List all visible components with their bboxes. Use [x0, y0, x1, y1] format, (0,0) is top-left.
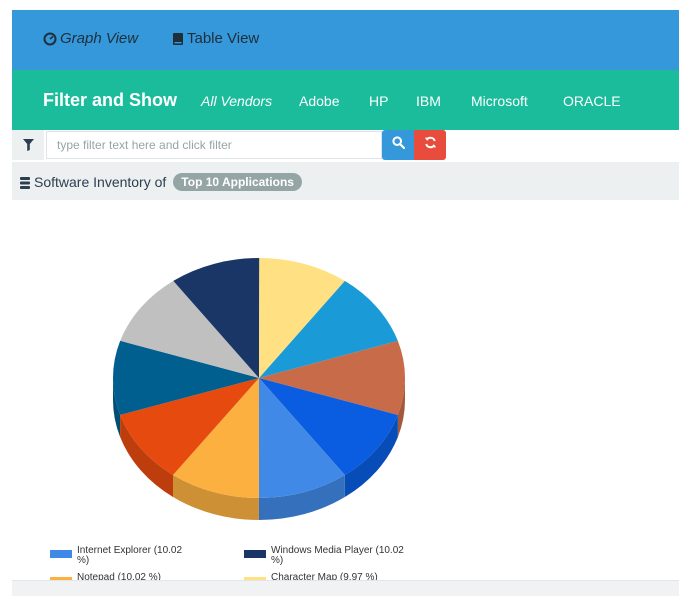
legend-item[interactable]: Internet Explorer (10.02%) — [77, 546, 182, 566]
legend-swatch — [50, 550, 72, 558]
legend-text-line2: %) — [77, 555, 90, 566]
footer-bar — [12, 580, 679, 596]
legend-swatch — [244, 550, 266, 558]
pie-chart — [113, 257, 405, 520]
legend-text-line1: Internet Explorer (10.02 — [77, 545, 183, 556]
legend-text-line1: Windows Media Player (10.02 — [271, 545, 404, 556]
legend-item[interactable]: Windows Media Player (10.02%) — [271, 546, 404, 566]
legend-text-line2: %) — [271, 555, 284, 566]
